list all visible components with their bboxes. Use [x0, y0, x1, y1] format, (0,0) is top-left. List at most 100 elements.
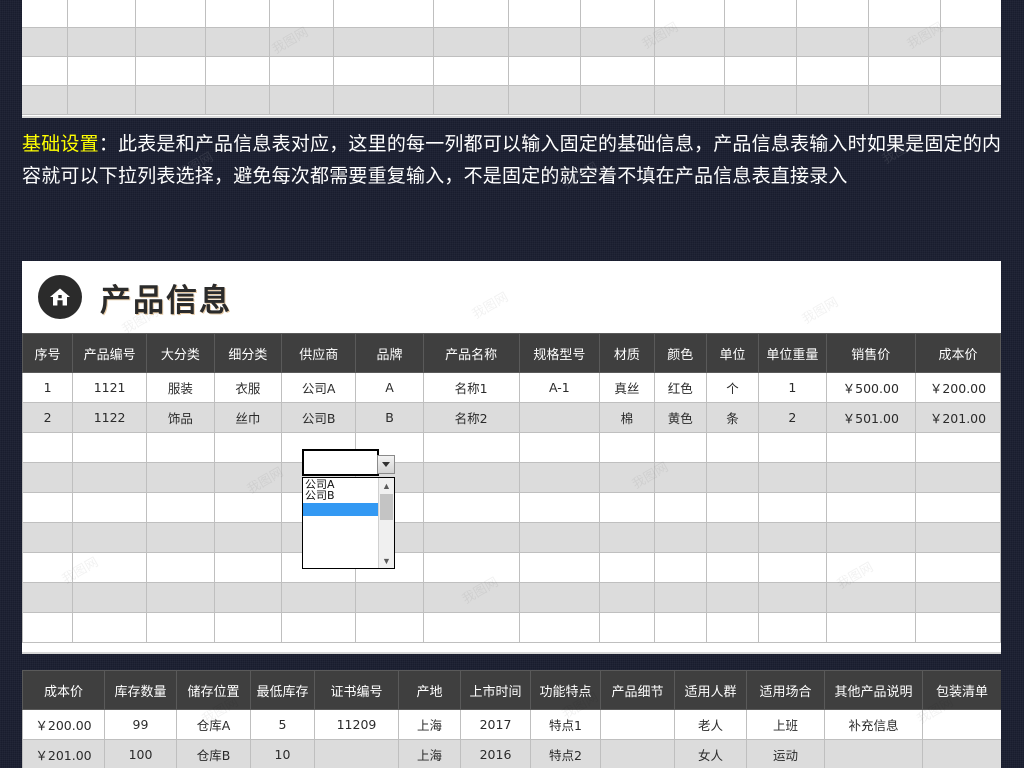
table-cell[interactable] — [914, 492, 1001, 523]
table-row[interactable] — [22, 522, 1001, 553]
column-header-2[interactable]: 储存位置 — [176, 670, 251, 710]
table-cell[interactable] — [72, 612, 148, 643]
grid-cell[interactable] — [655, 86, 725, 114]
column-header-7[interactable]: 规格型号 — [518, 333, 601, 373]
table-row[interactable]: 2 1122 饰品 丝巾 公司B B 名称2 棉黄色条 2 ￥501.00 ￥201.00 — [22, 402, 1001, 433]
table-cell[interactable]: 100 — [104, 739, 177, 768]
grid-cell[interactable] — [68, 0, 136, 27]
grid-cell[interactable] — [270, 0, 334, 27]
table-cell[interactable]: 1122 — [72, 402, 148, 433]
grid-cell[interactable] — [136, 28, 206, 56]
table-cell[interactable]: 饰品 — [146, 402, 215, 433]
table-cell[interactable] — [914, 612, 1001, 643]
table-cell[interactable]: 衣服 — [213, 372, 283, 403]
table-row[interactable] — [22, 582, 1001, 613]
table-cell[interactable] — [705, 552, 760, 583]
table-cell[interactable] — [422, 582, 520, 613]
table-cell[interactable] — [653, 432, 707, 463]
column-header-10[interactable]: 单位 — [705, 333, 760, 373]
table-cell[interactable] — [599, 612, 655, 643]
grid-cell[interactable] — [869, 86, 941, 114]
grid-cell[interactable] — [509, 0, 581, 27]
table-cell[interactable] — [213, 522, 283, 553]
chevron-down-icon[interactable] — [377, 455, 395, 474]
table-cell[interactable] — [72, 462, 148, 493]
table-cell[interactable] — [758, 552, 827, 583]
table-cell[interactable]: 运动 — [746, 739, 825, 768]
table-cell[interactable] — [518, 582, 601, 613]
grid-cell[interactable] — [136, 57, 206, 85]
grid-cell[interactable] — [581, 86, 655, 114]
table-cell[interactable] — [422, 462, 520, 493]
table-cell[interactable]: 公司B — [281, 402, 357, 433]
table-cell[interactable] — [422, 552, 520, 583]
table-cell[interactable] — [72, 432, 148, 463]
table-cell[interactable] — [146, 432, 215, 463]
grid-cell[interactable] — [270, 57, 334, 85]
column-header-2[interactable]: 大分类 — [146, 333, 215, 373]
grid-cell[interactable] — [655, 28, 725, 56]
dropdown-option-selected[interactable] — [303, 503, 378, 516]
table-cell[interactable]: 上海 — [398, 739, 461, 768]
grid-row[interactable] — [22, 57, 1001, 86]
table-cell[interactable] — [922, 739, 1001, 768]
grid-cell[interactable] — [869, 57, 941, 85]
grid-cell[interactable] — [334, 0, 434, 27]
table-cell[interactable] — [922, 709, 1001, 740]
table-cell[interactable] — [914, 462, 1001, 493]
table-row[interactable] — [22, 432, 1001, 463]
scroll-down-icon[interactable]: ▼ — [379, 553, 394, 568]
table-cell[interactable] — [825, 432, 916, 463]
table-cell[interactable] — [653, 552, 707, 583]
grid-cell[interactable] — [434, 57, 509, 85]
table-cell[interactable]: 棉 — [599, 402, 655, 433]
grid-cell[interactable] — [270, 28, 334, 56]
table-cell[interactable]: 仓库A — [176, 709, 251, 740]
table-cell[interactable] — [422, 492, 520, 523]
table-cell[interactable]: 丝巾 — [213, 402, 283, 433]
grid-cell[interactable] — [434, 86, 509, 114]
table-cell[interactable] — [653, 612, 707, 643]
table-cell[interactable] — [518, 402, 601, 433]
table-cell[interactable] — [281, 582, 357, 613]
table-cell[interactable] — [72, 492, 148, 523]
table-cell[interactable]: 1 — [758, 372, 827, 403]
column-header-6[interactable]: 产品名称 — [422, 333, 520, 373]
table-cell[interactable] — [758, 612, 827, 643]
grid-cell[interactable] — [68, 57, 136, 85]
table-cell[interactable]: 特点2 — [530, 739, 601, 768]
grid-cell[interactable] — [725, 57, 797, 85]
grid-cell[interactable] — [655, 57, 725, 85]
table-cell[interactable] — [213, 432, 283, 463]
table-cell[interactable]: 条 — [705, 402, 760, 433]
table-cell[interactable]: 仓库B — [176, 739, 251, 768]
grid-cell[interactable] — [206, 0, 270, 27]
column-header-0[interactable]: 序号 — [22, 333, 74, 373]
table-cell[interactable] — [825, 462, 916, 493]
grid-cell[interactable] — [334, 57, 434, 85]
grid-cell[interactable] — [581, 0, 655, 27]
dropdown-scrollbar[interactable]: ▲ ▼ — [378, 478, 394, 568]
column-header-5[interactable]: 品牌 — [355, 333, 424, 373]
dropdown-option-1[interactable]: 公司B — [303, 490, 378, 501]
table-cell[interactable] — [355, 582, 424, 613]
table-cell[interactable]: 上海 — [398, 709, 461, 740]
grid-cell[interactable] — [581, 28, 655, 56]
table-row[interactable]: ￥200.00 99 仓库A 5 11209 上海 2017 特点1 老人 上班 补充信息 — [22, 709, 1001, 740]
table-cell[interactable] — [825, 522, 916, 553]
table-row[interactable]: ￥201.00 100 仓库B 10 上海 2016 特点2 女人 运动 — [22, 739, 1001, 768]
table-cell[interactable] — [213, 612, 283, 643]
scroll-up-icon[interactable]: ▲ — [379, 478, 394, 493]
table-cell[interactable]: ￥501.00 — [825, 402, 916, 433]
table-cell[interactable] — [22, 432, 74, 463]
table-cell[interactable] — [518, 492, 601, 523]
table-cell[interactable] — [213, 552, 283, 583]
column-header-4[interactable]: 供应商 — [281, 333, 357, 373]
table-cell[interactable] — [824, 739, 923, 768]
table-cell[interactable] — [22, 462, 74, 493]
table-cell[interactable] — [758, 492, 827, 523]
table-cell[interactable] — [213, 582, 283, 613]
column-header-3[interactable]: 细分类 — [213, 333, 283, 373]
table-cell[interactable] — [22, 492, 74, 523]
grid-row[interactable] — [22, 28, 1001, 57]
